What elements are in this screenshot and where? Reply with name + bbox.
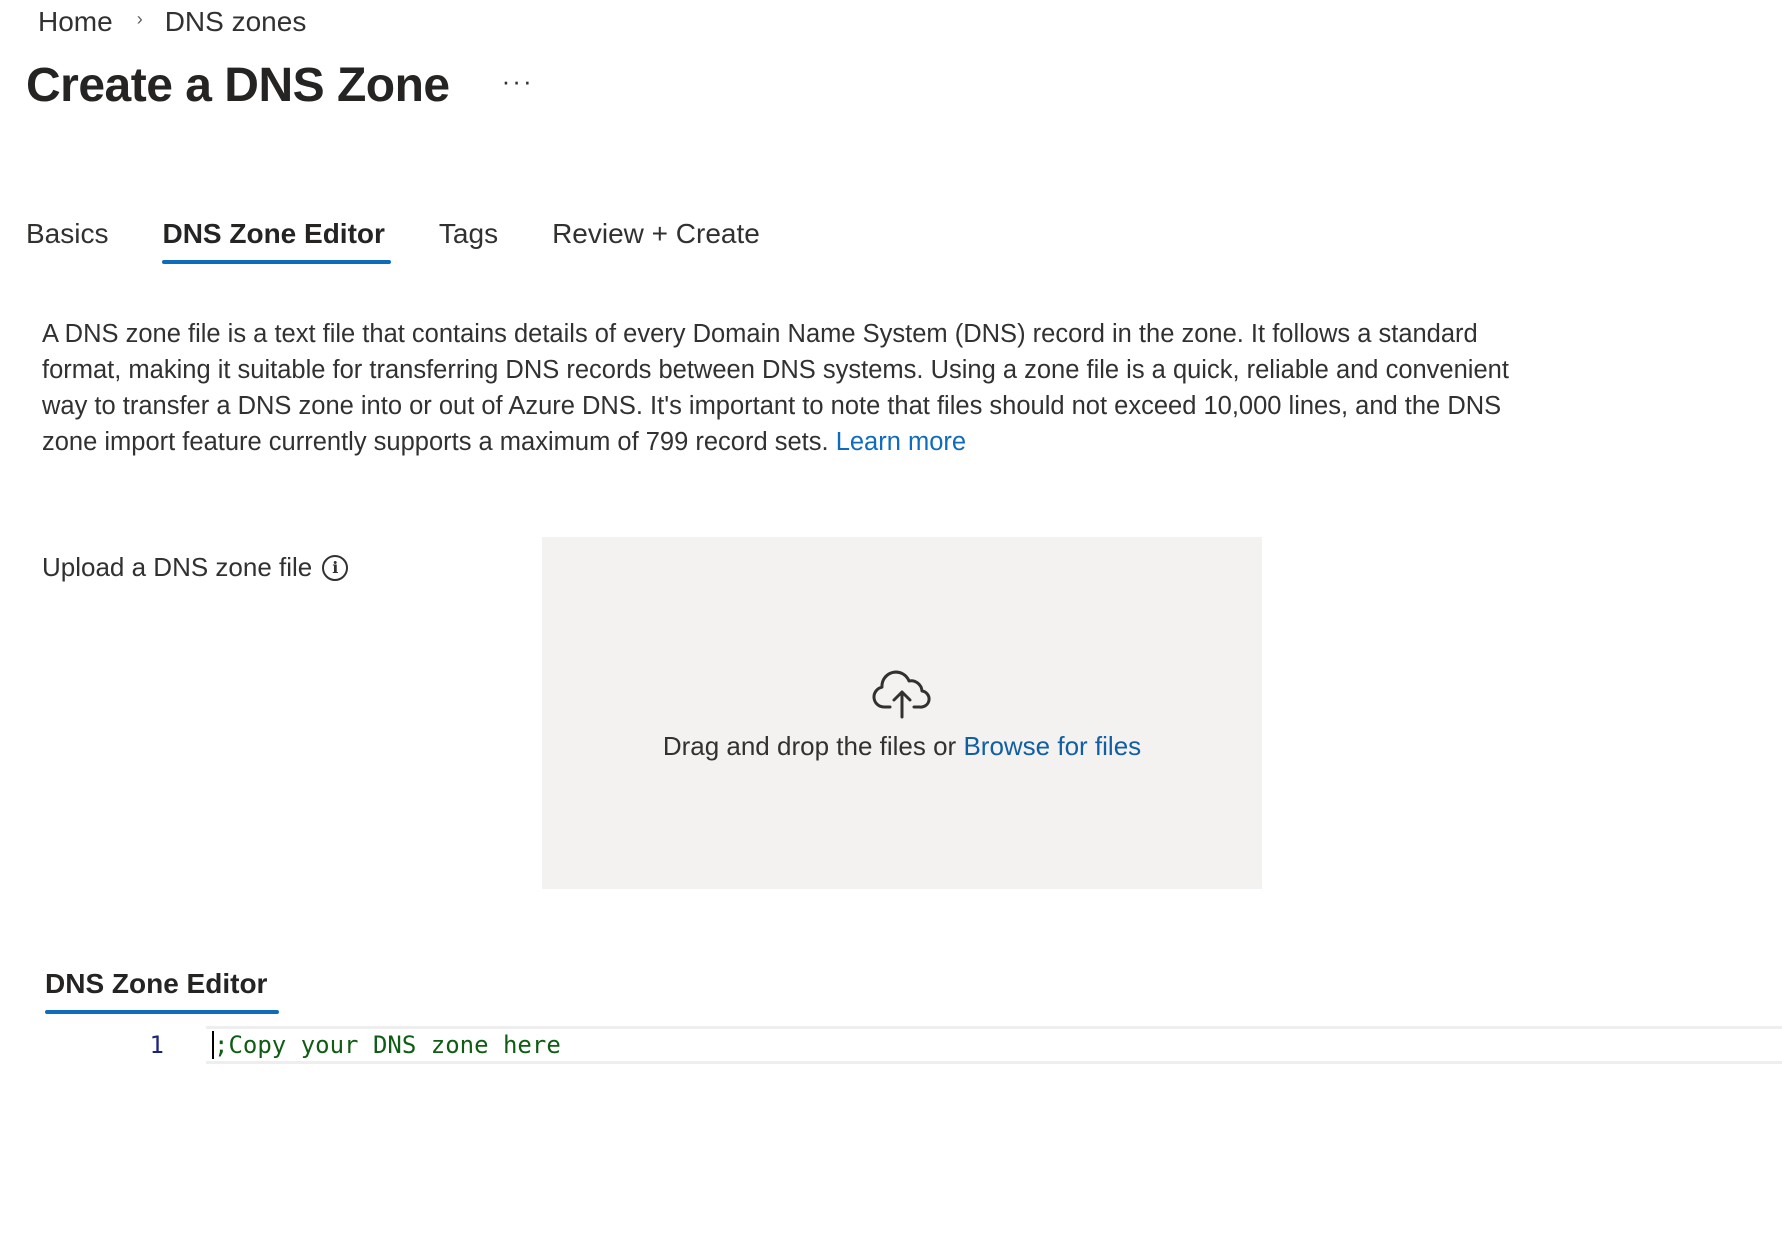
- learn-more-link[interactable]: Learn more: [836, 428, 966, 456]
- page-title: Create a DNS Zone: [26, 59, 450, 112]
- cloud-upload-icon: [872, 670, 931, 718]
- breadcrumb: Home › DNS zones: [38, 6, 306, 38]
- dns-zone-code-editor[interactable]: 1 ;Copy your DNS zone here: [42, 1026, 1782, 1216]
- editor-line-text: ;Copy your DNS zone here: [214, 1031, 561, 1059]
- browse-files-link[interactable]: Browse for files: [963, 731, 1141, 761]
- drop-instruction: Drag and drop the files or: [662, 730, 964, 761]
- more-options-icon[interactable]: ···: [502, 66, 534, 97]
- editor-line-content[interactable]: ;Copy your DNS zone here: [206, 1026, 1782, 1064]
- tab-bar: Basics DNS Zone Editor Tags Review + Cre…: [26, 218, 760, 264]
- page: Home › DNS zones Create a DNS Zone ··· B…: [0, 0, 1782, 1240]
- line-number: 1: [149, 1031, 164, 1059]
- file-drop-zone[interactable]: Drag and drop the files or Browse for fi…: [542, 537, 1262, 889]
- chevron-right-icon: ›: [136, 8, 143, 29]
- description: A DNS zone file is a text file that cont…: [42, 316, 1522, 460]
- tab-review-create[interactable]: Review + Create: [552, 218, 760, 264]
- description-text: A DNS zone file is a text file that cont…: [42, 320, 1509, 456]
- breadcrumb-dns-zones[interactable]: DNS zones: [165, 6, 307, 38]
- tab-tags[interactable]: Tags: [439, 218, 498, 264]
- info-icon[interactable]: i: [322, 554, 349, 581]
- upload-label: Upload a DNS zone file i: [42, 552, 349, 583]
- breadcrumb-home[interactable]: Home: [38, 6, 113, 38]
- editor-line: 1 ;Copy your DNS zone here: [42, 1026, 1782, 1064]
- tab-basics[interactable]: Basics: [26, 218, 108, 264]
- tab-dns-zone-editor[interactable]: DNS Zone Editor: [162, 218, 392, 264]
- editor-heading: DNS Zone Editor: [45, 968, 280, 1014]
- upload-label-text: Upload a DNS zone file: [42, 552, 313, 582]
- drop-text: Drag and drop the files or Browse for fi…: [663, 731, 1141, 762]
- title-row: Create a DNS Zone ···: [26, 58, 534, 113]
